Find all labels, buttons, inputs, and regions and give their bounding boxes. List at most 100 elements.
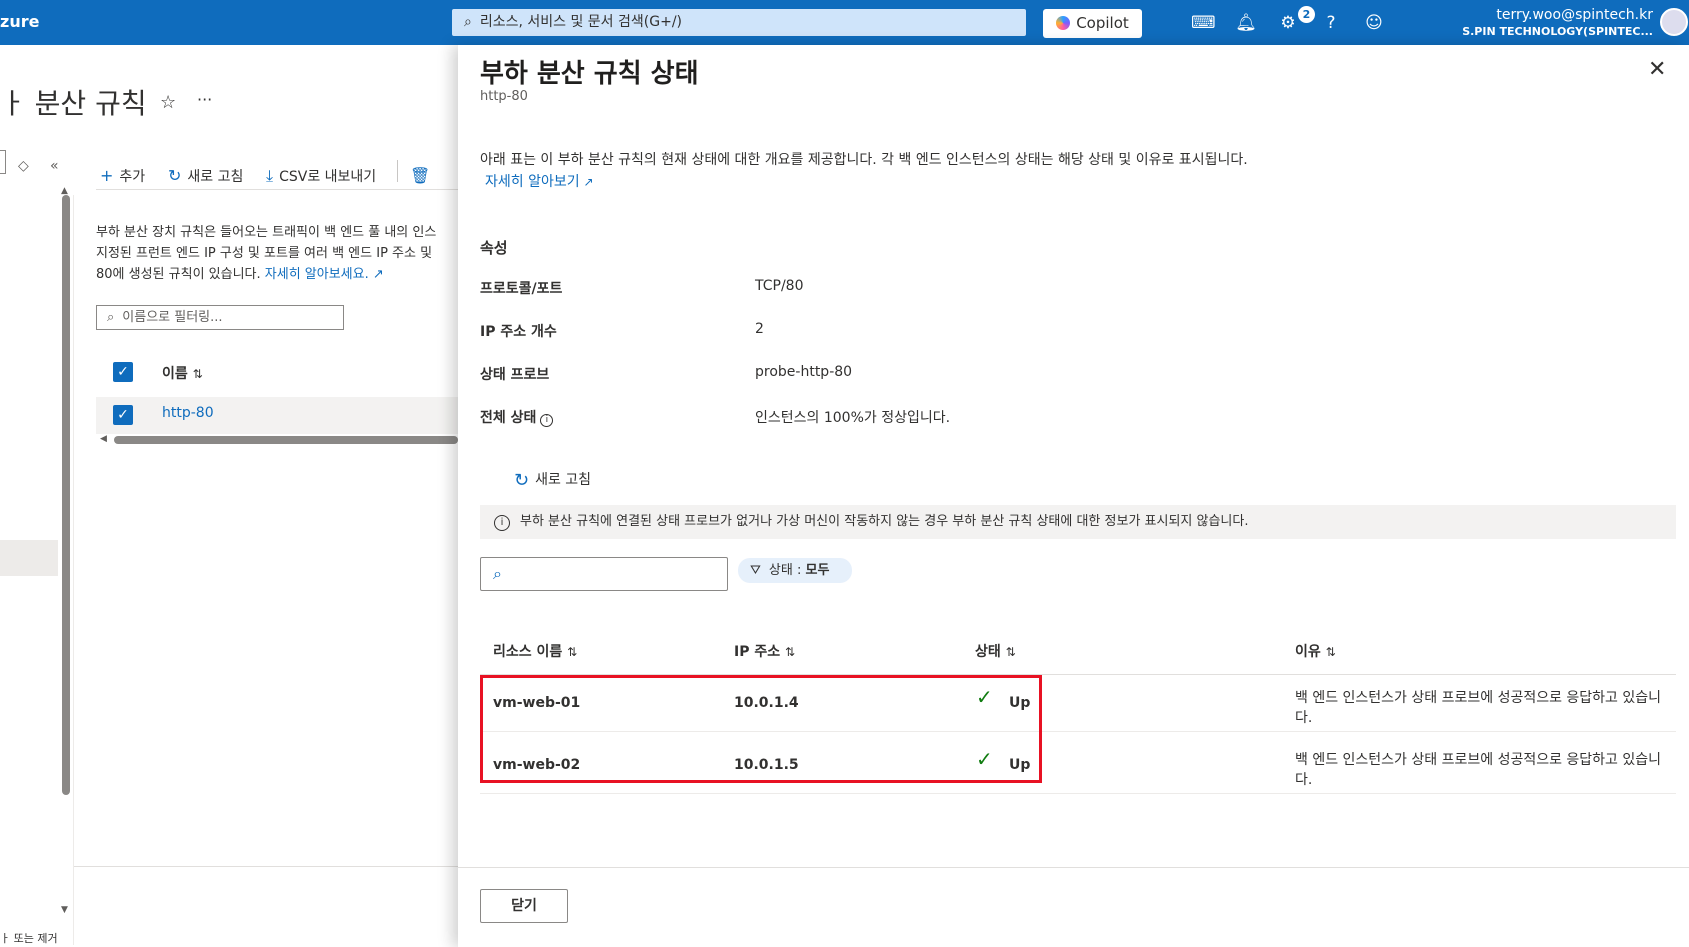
user-email: terry.woo@spintech.kr [1496, 7, 1653, 23]
gear-icon[interactable]: ⚙ [1277, 12, 1299, 34]
selected-nav-item[interactable] [0, 540, 58, 576]
desc-line-1: 부하 분산 장치 규칙은 들어오는 트래픽이 백 엔드 풀 내의 인스 [96, 225, 437, 240]
user-org: S.PIN TECHNOLOGY(SPINTEC... [1462, 25, 1653, 38]
footer-divider [458, 867, 1689, 868]
refresh-icon: ↻ [514, 470, 530, 491]
download-icon: ⤓ [266, 166, 274, 185]
name-filter-input[interactable]: ⌕ 이름으로 필터링... [96, 305, 344, 330]
overall-status-label: 전체 상태 [480, 410, 537, 426]
banner-text: 부하 분산 규칙에 연결된 상태 프로브가 없거나 가상 머신이 작동하지 않는… [520, 514, 1249, 529]
search-icon: ⌕ [107, 310, 115, 325]
learn-more-text[interactable]: 자세히 알아보기 [485, 174, 580, 190]
prop-value-protocol: TCP/80 [755, 278, 804, 294]
status-filter-pill[interactable]: ⛛ 상태 : 모두 [738, 558, 852, 583]
external-link-icon: ↗ [368, 267, 384, 282]
close-icon[interactable]: ✕ [1648, 57, 1666, 82]
scroll-left-arrow[interactable]: ◀ [100, 434, 107, 444]
copilot-label: Copilot [1076, 14, 1129, 32]
table-row[interactable] [96, 397, 458, 434]
content-divider [73, 195, 74, 945]
filter-value: 모두 [805, 563, 830, 578]
left-search-box[interactable] [0, 150, 6, 174]
notification-badge: 2 [1298, 6, 1315, 23]
cloud-shell-icon[interactable]: ⌨ [1191, 12, 1216, 34]
info-banner: i 부하 분산 규칙에 연결된 상태 프로브가 없거나 가상 머신이 작동하지 않… [480, 505, 1676, 539]
column-header-reason[interactable]: 이유 ⇅ [1295, 641, 1336, 661]
collapse-icon[interactable]: « [50, 158, 59, 174]
desc-line-3-text: 80에 생성된 규칙이 있습니다. [96, 267, 261, 282]
panel-subtitle: http-80 [480, 89, 528, 104]
top-navigation-bar: zure ⌕ 리소스, 서비스 및 문서 검색(G+/) Copilot ⌨ 🔔︎… [0, 0, 1689, 45]
avatar[interactable] [1660, 8, 1688, 36]
prop-value-overall: 인스턴스의 100%가 정상입니다. [755, 410, 951, 426]
bottom-hint: ㅏ 또는 제거 [0, 932, 58, 945]
search-placeholder: 리소스, 서비스 및 문서 검색(G+/) [479, 14, 682, 30]
close-button[interactable]: 닫기 [480, 889, 568, 923]
footer-divider [74, 866, 458, 867]
row-checkbox[interactable]: ✓ [113, 405, 133, 425]
refresh-button[interactable]: ↻ 새로 고침 [168, 166, 243, 186]
learn-more-link[interactable]: 자세히 알아보기 ↗ [485, 171, 594, 191]
add-button[interactable]: + 추가 [100, 166, 145, 186]
column-name-label: 이름 [162, 366, 188, 382]
plus-icon: + [100, 166, 114, 185]
panel-search-input[interactable]: ⌕ [480, 557, 728, 591]
horizontal-scrollbar[interactable] [114, 436, 458, 444]
info-icon: i [494, 515, 510, 531]
sort-icon: ⇅ [784, 645, 796, 659]
panel-refresh-button[interactable]: ↻ 새로 고침 [514, 469, 591, 491]
filter-label: 상태 : [768, 563, 806, 578]
star-icon[interactable]: ☆ [160, 92, 176, 113]
col-ip-label: IP 주소 [734, 644, 781, 660]
prop-value-probe: probe-http-80 [755, 364, 853, 380]
info-icon[interactable]: i [540, 414, 554, 427]
filter-icon: ⛛ [750, 563, 761, 578]
delete-button[interactable]: 🗑︎ [410, 166, 436, 185]
external-link-icon: ↗ [579, 175, 594, 189]
column-header-ip[interactable]: IP 주소 ⇅ [734, 641, 795, 661]
row1-reason: 백 엔드 인스턴스가 상태 프로브에 성공적으로 응답하고 있습니 다. [1295, 688, 1680, 728]
col-status-label: 상태 [975, 644, 1001, 660]
vertical-scrollbar[interactable] [62, 195, 70, 795]
search-icon: ⌕ [493, 564, 502, 583]
trash-icon: 🗑︎ [410, 166, 431, 185]
search-icon: ⌕ [464, 14, 472, 30]
row2-reason: 백 엔드 인스턴스가 상태 프로브에 성공적으로 응답하고 있습니 다. [1295, 750, 1680, 790]
column-header-resource-name[interactable]: 리소스 이름 ⇅ [493, 641, 577, 661]
more-icon[interactable]: ··· [197, 90, 212, 109]
help-icon[interactable]: ? [1320, 12, 1342, 34]
expand-icon[interactable]: ◇ [18, 158, 29, 174]
rule-name-link[interactable]: http-80 [162, 405, 214, 421]
highlight-box [480, 675, 1042, 783]
refresh-label: 새로 고침 [187, 169, 244, 185]
refresh-icon: ↻ [168, 166, 182, 185]
column-header-status[interactable]: 상태 ⇅ [975, 641, 1016, 661]
feedback-icon[interactable]: ☺ [1363, 12, 1385, 34]
row-divider [480, 793, 1676, 794]
column-header-name[interactable]: 이름 ⇅ [162, 363, 203, 383]
bell-icon[interactable]: 🔔︎ [1235, 12, 1257, 34]
brand-logo[interactable]: zure [0, 12, 39, 31]
desc-line-3: 80에 생성된 규칙이 있습니다. 자세히 알아보세요. ↗ [96, 264, 458, 285]
prop-value-ip-count: 2 [755, 321, 764, 337]
prop-label-ip-count: IP 주소 개수 [480, 324, 557, 340]
copilot-icon [1056, 16, 1071, 30]
toolbar-divider [397, 160, 398, 182]
row1-reason-line1: 백 엔드 인스턴스가 상태 프로브에 성공적으로 응답하고 있습니 [1295, 690, 1662, 706]
sort-icon: ⇅ [1005, 645, 1016, 659]
copilot-button[interactable]: Copilot [1043, 9, 1142, 38]
left-learn-more-link[interactable]: 자세히 알아보세요. [265, 267, 369, 282]
sort-icon: ⇅ [192, 367, 203, 381]
global-search-input[interactable]: ⌕ 리소스, 서비스 및 문서 검색(G+/) [452, 9, 1026, 36]
row2-reason-line1: 백 엔드 인스턴스가 상태 프로브에 성공적으로 응답하고 있습니 [1295, 752, 1662, 768]
user-account[interactable]: terry.woo@spintech.kr S.PIN TECHNOLOGY(S… [1462, 7, 1653, 38]
toolbar-separator [96, 189, 458, 190]
panel-title: 부하 분산 규칙 상태 [480, 59, 699, 89]
scroll-down-arrow[interactable]: ▼ [61, 905, 68, 915]
panel-description: 아래 표는 이 부하 분산 규칙의 현재 상태에 대한 개요를 제공합니다. 각… [480, 152, 1248, 168]
prop-label-probe: 상태 프로브 [480, 367, 550, 383]
col-reason-label: 이유 [1295, 644, 1321, 660]
export-csv-button[interactable]: ⤓ CSV로 내보내기 [266, 166, 376, 186]
sort-icon: ⇅ [1325, 645, 1336, 659]
select-all-checkbox[interactable]: ✓ [113, 362, 133, 382]
